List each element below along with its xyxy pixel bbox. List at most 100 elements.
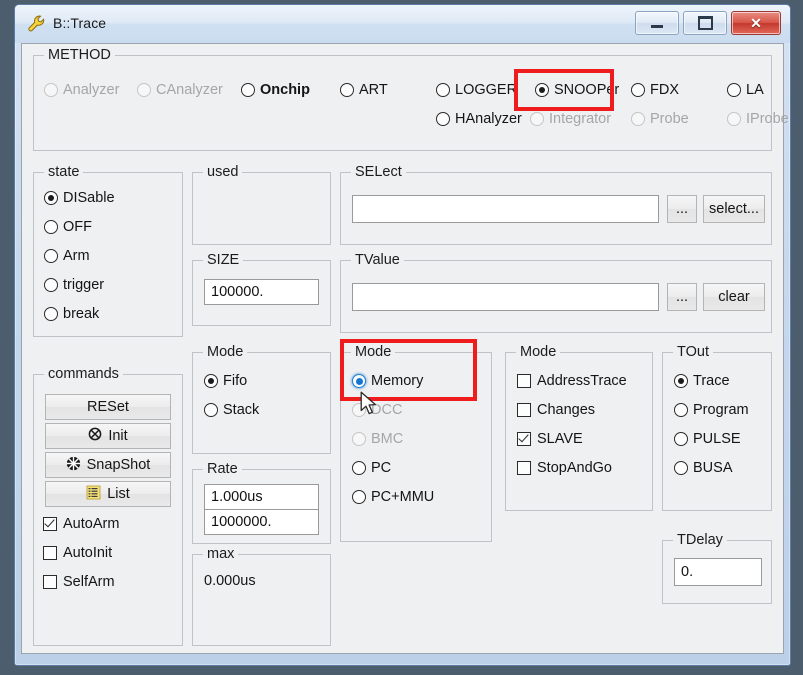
state-option-disable[interactable]: DISable: [44, 190, 115, 206]
reset-button[interactable]: RESet: [45, 394, 171, 420]
state-option-trigger[interactable]: trigger: [44, 277, 104, 293]
source-mode-group-label: Mode: [351, 344, 395, 360]
source-mode-option-pc[interactable]: PC: [352, 460, 391, 476]
commands-group: commands RESet Init: [33, 374, 183, 646]
state-option-break[interactable]: break: [44, 306, 99, 322]
used-group-label: used: [203, 164, 242, 180]
radio-icon: [241, 83, 255, 97]
radio-icon: [436, 83, 450, 97]
option-label: FDX: [650, 82, 679, 98]
tvalue-ellipsis-button[interactable]: ...: [667, 283, 697, 311]
method-option-hanalyzer[interactable]: HAnalyzer: [436, 111, 522, 127]
tout-option-program[interactable]: Program: [674, 402, 749, 418]
method-option-onchip[interactable]: Onchip: [241, 82, 310, 98]
size-group-label: SIZE: [203, 252, 243, 268]
checkbox-icon: [43, 546, 57, 560]
tvalue-input[interactable]: [352, 283, 659, 311]
flags-mode-checkbox-changes[interactable]: Changes: [517, 402, 595, 418]
tdelay-input[interactable]: 0.: [674, 558, 762, 586]
radio-icon: [631, 112, 645, 126]
button-label: RESet: [87, 399, 129, 415]
tvalue-group-label: TValue: [351, 252, 404, 268]
method-option-probe[interactable]: Probe: [631, 111, 689, 127]
flags-mode-checkbox-slave[interactable]: SLAVE: [517, 431, 583, 447]
button-label: clear: [718, 289, 749, 305]
option-label: LOGGER: [455, 82, 517, 98]
tvalue-group: TValue ... clear: [340, 260, 772, 333]
radio-icon: [352, 374, 366, 388]
source-mode-group: Mode Memory DCC BMC PC: [340, 352, 492, 542]
source-mode-option-dcc[interactable]: DCC: [352, 402, 402, 418]
source-mode-option-pcmmu[interactable]: PC+MMU: [352, 489, 434, 505]
minimize-icon: [651, 25, 663, 28]
option-label: Program: [693, 402, 749, 418]
source-mode-option-bmc[interactable]: BMC: [352, 431, 403, 447]
option-label: Onchip: [260, 82, 310, 98]
rate-count-input[interactable]: 1000000.: [204, 509, 319, 535]
method-option-art[interactable]: ART: [340, 82, 388, 98]
flags-mode-checkbox-stopandgo[interactable]: StopAndGo: [517, 460, 612, 476]
flags-mode-group-label: Mode: [516, 344, 560, 360]
fifo-mode-option-fifo[interactable]: Fifo: [204, 373, 247, 389]
option-label: Analyzer: [63, 82, 119, 98]
init-button[interactable]: Init: [45, 423, 171, 449]
checkbox-selfarm[interactable]: SelfArm: [43, 574, 115, 590]
checkbox-autoinit[interactable]: AutoInit: [43, 545, 112, 561]
tout-option-pulse[interactable]: PULSE: [674, 431, 741, 447]
radio-icon: [727, 83, 741, 97]
option-label: DISable: [63, 190, 115, 206]
option-label: AutoArm: [63, 516, 119, 532]
flags-mode-group: Mode AddressTrace Changes SLAVE StopAndG…: [505, 352, 653, 511]
radio-icon: [352, 490, 366, 504]
method-option-la[interactable]: LA: [727, 82, 764, 98]
close-button[interactable]: ✕: [731, 11, 781, 35]
method-option-integrator[interactable]: Integrator: [530, 111, 611, 127]
wrench-icon: [27, 14, 47, 34]
radio-icon: [674, 403, 688, 417]
button-label: SnapShot: [87, 457, 151, 473]
method-option-analyzer[interactable]: Analyzer: [44, 82, 119, 98]
checkbox-autoarm[interactable]: AutoArm: [43, 516, 119, 532]
radio-icon: [436, 112, 450, 126]
minimize-button[interactable]: [635, 11, 679, 35]
tvalue-clear-button[interactable]: clear: [703, 283, 765, 311]
method-option-snooper[interactable]: SNOOPer: [535, 82, 619, 98]
select-ellipsis-button[interactable]: ...: [667, 195, 697, 223]
method-option-iprobe[interactable]: IProbe: [727, 111, 789, 127]
button-label: ...: [676, 289, 688, 305]
size-input[interactable]: 100000.: [204, 279, 319, 305]
state-group: state DISable OFF Arm trigger: [33, 172, 183, 337]
method-option-logger[interactable]: LOGGER: [436, 82, 517, 98]
select-action-button[interactable]: select...: [703, 195, 765, 223]
state-option-off[interactable]: OFF: [44, 219, 92, 235]
list-button[interactable]: List: [45, 481, 171, 507]
dialog-client-area: METHOD Analyzer CAnalyzer Onchip ART: [21, 43, 784, 654]
maximize-button[interactable]: [683, 11, 727, 35]
radio-icon: [352, 403, 366, 417]
radio-icon: [44, 191, 58, 205]
radio-icon: [674, 461, 688, 475]
source-mode-option-memory[interactable]: Memory: [352, 373, 423, 389]
select-input[interactable]: [352, 195, 659, 223]
method-option-canalyzer[interactable]: CAnalyzer: [137, 82, 223, 98]
window-titlebar[interactable]: B::Trace ✕: [15, 5, 790, 43]
option-label: trigger: [63, 277, 104, 293]
tout-option-trace[interactable]: Trace: [674, 373, 730, 389]
snapshot-button[interactable]: SnapShot: [45, 452, 171, 478]
flags-mode-checkbox-addresstrace[interactable]: AddressTrace: [517, 373, 627, 389]
screen: B::Trace ✕ METHOD Analyzer: [0, 0, 803, 675]
option-label: Arm: [63, 248, 90, 264]
tout-option-busa[interactable]: BUSA: [674, 460, 733, 476]
radio-icon: [352, 432, 366, 446]
method-option-fdx[interactable]: FDX: [631, 82, 679, 98]
rate-time-input[interactable]: 1.000us: [204, 484, 319, 510]
radio-icon: [352, 461, 366, 475]
option-label: SNOOPer: [554, 82, 619, 98]
option-label: Fifo: [223, 373, 247, 389]
option-label: Probe: [650, 111, 689, 127]
option-label: Trace: [693, 373, 730, 389]
button-label: List: [107, 486, 130, 502]
fifo-mode-option-stack[interactable]: Stack: [204, 402, 259, 418]
used-group: used: [192, 172, 331, 245]
state-option-arm[interactable]: Arm: [44, 248, 90, 264]
